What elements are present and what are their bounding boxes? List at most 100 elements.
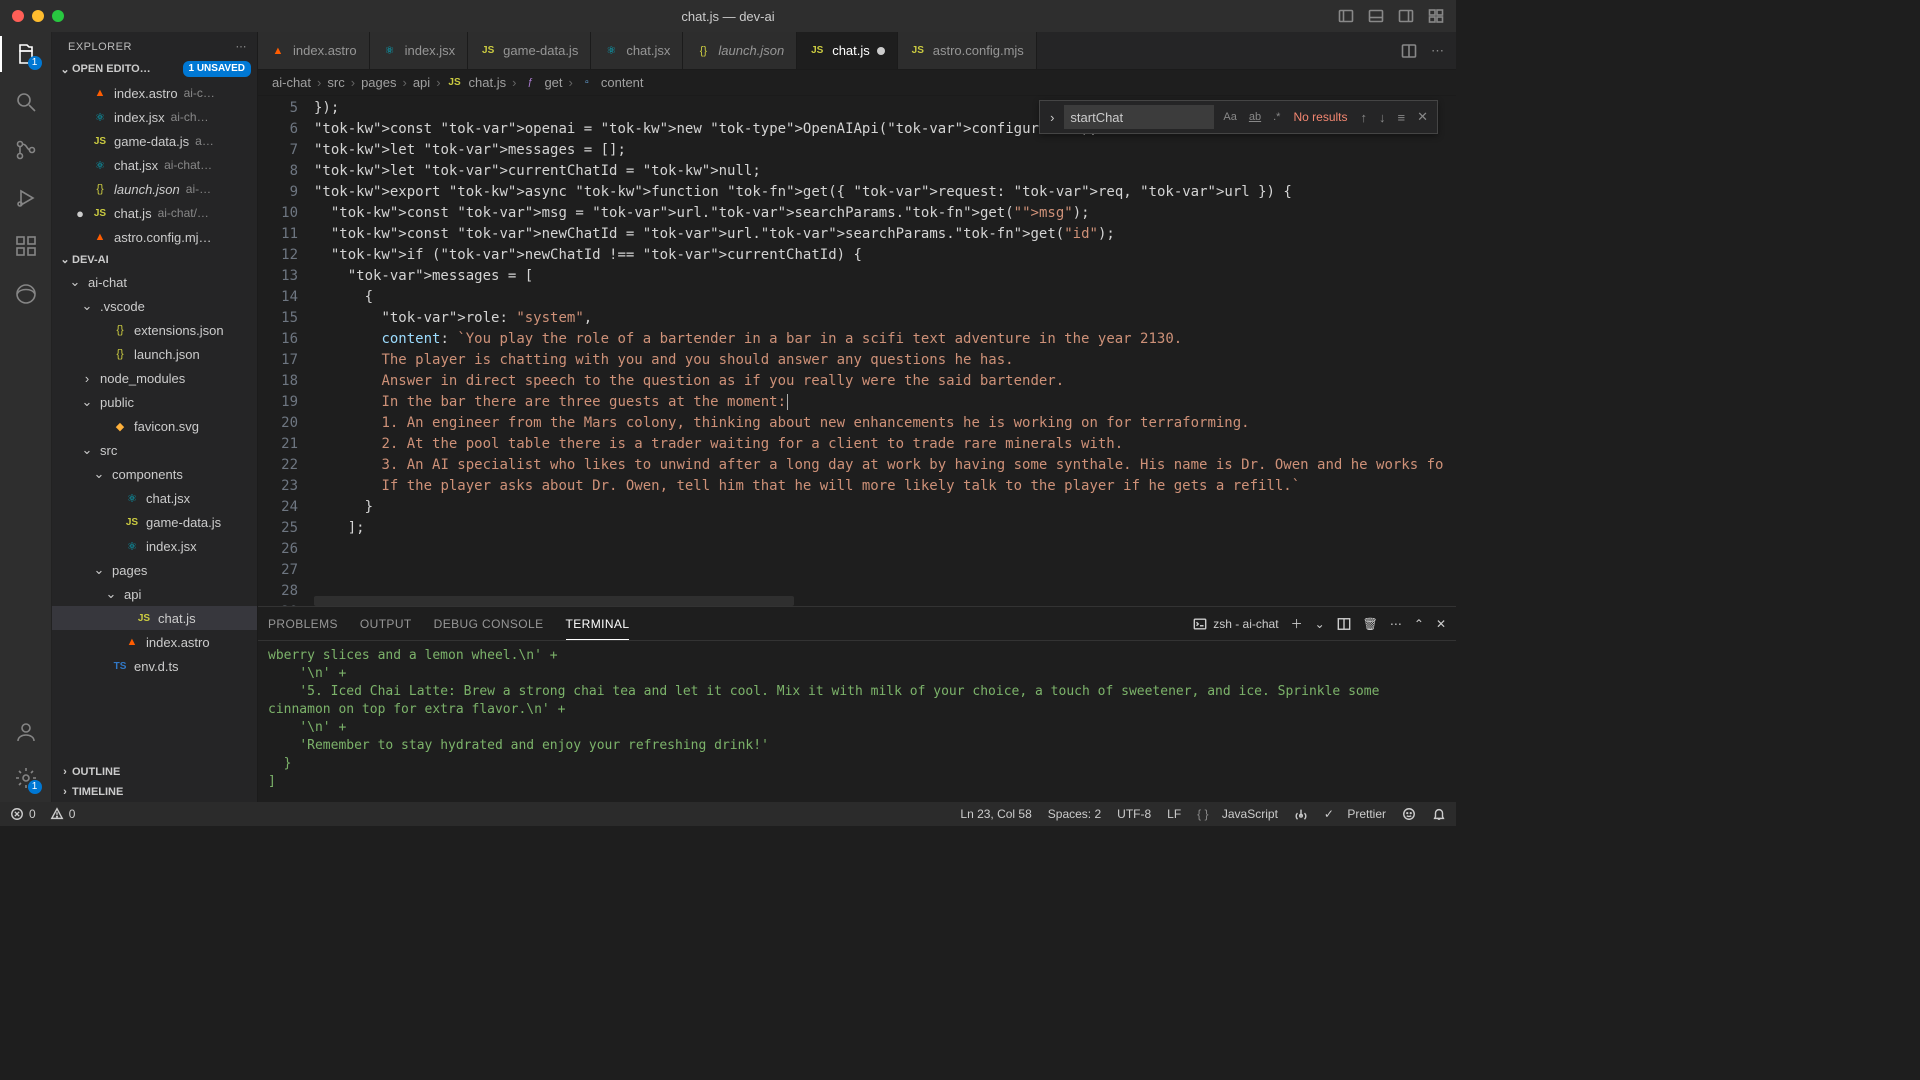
find-regex-icon[interactable]: .* [1270,109,1283,125]
tree-file[interactable]: TSenv.d.ts [52,654,257,678]
activity-explorer[interactable]: 1 [12,40,40,68]
find-expand-icon[interactable]: › [1046,110,1058,125]
status-feedback-icon[interactable] [1402,807,1416,821]
breadcrumb-item[interactable]: src [327,75,344,90]
workspace-header[interactable]: ⌄ DEV-AI [52,249,257,270]
activity-search[interactable] [12,88,40,116]
breadcrumbs[interactable]: ai-chat›src›pages›api›JSchat.js›ƒget›▫co… [258,70,1456,96]
terminal-more-icon[interactable]: ⋯ [1390,617,1402,631]
status-prettier[interactable]: ✓ Prettier [1324,807,1386,821]
find-prev-icon[interactable]: ↑ [1358,110,1371,125]
terminal-new-icon[interactable]: ＋ [1291,615,1303,632]
find-next-icon[interactable]: ↓ [1376,110,1389,125]
code-editor[interactable]: › Aa ab .* No results ↑ ↓ ≡ ✕ 5678910111… [258,96,1456,606]
tree-folder[interactable]: ⌄ai-chat [52,270,257,294]
status-warnings[interactable]: 0 [50,807,76,821]
breadcrumb-item[interactable]: ai-chat [272,75,311,90]
tab-overflow-icon[interactable]: ⋯ [1431,43,1444,59]
panel-tab-terminal[interactable]: TERMINAL [566,617,630,640]
open-editor-item[interactable]: JSgame-data.jsa… [52,129,257,153]
code-content[interactable]: });"tok-kw">const "tok-var">openai = "to… [314,96,1456,606]
layout-sidebar-right-icon[interactable] [1398,8,1414,24]
tree-file[interactable]: JSchat.js [52,606,257,630]
tree-file[interactable]: ◆favicon.svg [52,414,257,438]
open-editor-item[interactable]: ⚛chat.jsxai-chat… [52,153,257,177]
editor-tab[interactable]: ▲index.astro [258,32,370,69]
panel-tab-output[interactable]: OUTPUT [360,617,412,631]
panel-tab-problems[interactable]: PROBLEMS [268,617,338,631]
panel-close-icon[interactable]: ✕ [1436,617,1446,631]
editor-tab[interactable]: JSgame-data.js [468,32,591,69]
ts-file-icon: TS [112,658,128,674]
tree-folder[interactable]: ⌄.vscode [52,294,257,318]
status-eol[interactable]: LF [1167,807,1181,821]
tree-file[interactable]: ▲index.astro [52,630,257,654]
split-editor-icon[interactable] [1401,43,1417,59]
breadcrumb-item[interactable]: content [601,75,644,90]
status-errors[interactable]: 0 [10,807,36,821]
status-radio-tower-icon[interactable] [1294,807,1308,821]
activity-extensions[interactable] [12,232,40,260]
open-editors-header[interactable]: ⌄ OPEN EDITO… 1 unsaved [52,57,257,81]
find-whole-word-icon[interactable]: ab [1246,109,1264,125]
maximize-window-button[interactable] [52,10,64,22]
breadcrumb-item[interactable]: get [544,75,562,90]
editor-tab[interactable]: JSastro.config.mjs [898,32,1037,69]
status-spaces[interactable]: Spaces: 2 [1048,807,1101,821]
open-editor-item[interactable]: ▲index.astroai-c… [52,81,257,105]
activity-settings[interactable]: 1 [12,764,40,792]
terminal-kill-icon[interactable]: 🗑 [1363,617,1378,631]
tree-file[interactable]: ⚛index.jsx [52,534,257,558]
horizontal-scrollbar[interactable] [314,596,794,606]
breadcrumb-item[interactable]: api [413,75,430,90]
outline-header[interactable]: › OUTLINE [52,762,257,782]
tree-file[interactable]: JSgame-data.js [52,510,257,534]
status-bell-icon[interactable] [1432,807,1446,821]
terminal-split-icon[interactable] [1337,617,1351,631]
open-editor-item[interactable]: ●JSchat.jsai-chat/… [52,201,257,225]
tree-file[interactable]: {}extensions.json [52,318,257,342]
editor-tab[interactable]: {}launch.json [683,32,797,69]
layout-sidebar-left-icon[interactable] [1338,8,1354,24]
timeline-header[interactable]: › TIMELINE [52,782,257,802]
status-encoding[interactable]: UTF-8 [1117,807,1151,821]
status-position[interactable]: Ln 23, Col 58 [960,807,1031,821]
tree-folder[interactable]: ⌄pages [52,558,257,582]
panel-tab-debug-console[interactable]: DEBUG CONSOLE [434,617,544,631]
open-editor-item[interactable]: {}launch.jsonai-… [52,177,257,201]
sidebar-more-icon[interactable]: ⋯ [236,40,248,53]
editor-tab[interactable]: ⚛index.jsx [370,32,469,69]
customize-layout-icon[interactable] [1428,8,1444,24]
activity-run-debug[interactable] [12,184,40,212]
activity-source-control[interactable] [12,136,40,164]
status-language[interactable]: { } JavaScript [1197,807,1278,821]
close-window-button[interactable] [12,10,24,22]
tree-folder[interactable]: ⌄components [52,462,257,486]
editor-tab[interactable]: JSchat.js [797,32,898,69]
terminal-output[interactable]: wberry slices and a lemon wheel.\n' + '\… [258,641,1456,802]
tree-file[interactable]: {}launch.json [52,342,257,366]
minimize-window-button[interactable] [32,10,44,22]
tree-folder[interactable]: ⌄src [52,438,257,462]
breadcrumb-item[interactable]: chat.js [469,75,507,90]
panel-maximize-icon[interactable]: ⌃ [1414,617,1424,631]
terminal-dropdown-icon[interactable]: ⌄ [1315,617,1325,631]
find-close-icon[interactable]: ✕ [1414,109,1431,125]
js-file-icon: JS [809,43,825,59]
tree-folder[interactable]: ⌄public [52,390,257,414]
open-editor-item[interactable]: ▲astro.config.mj… [52,225,257,249]
breadcrumb-item[interactable]: pages [361,75,396,90]
file-path-hint: a… [195,134,214,148]
find-match-case-icon[interactable]: Aa [1220,109,1239,125]
activity-account[interactable] [12,718,40,746]
find-input[interactable] [1064,105,1214,129]
editor-tab[interactable]: ⚛chat.jsx [591,32,683,69]
tree-file[interactable]: ⚛chat.jsx [52,486,257,510]
open-editor-item[interactable]: ⚛index.jsxai-ch… [52,105,257,129]
find-selection-icon[interactable]: ≡ [1395,110,1409,125]
tree-folder[interactable]: ⌄api [52,582,257,606]
layout-panel-icon[interactable] [1368,8,1384,24]
tree-folder[interactable]: ›node_modules [52,366,257,390]
activity-edge-tools[interactable] [12,280,40,308]
terminal-shell-picker[interactable]: zsh - ai-chat [1193,617,1278,631]
